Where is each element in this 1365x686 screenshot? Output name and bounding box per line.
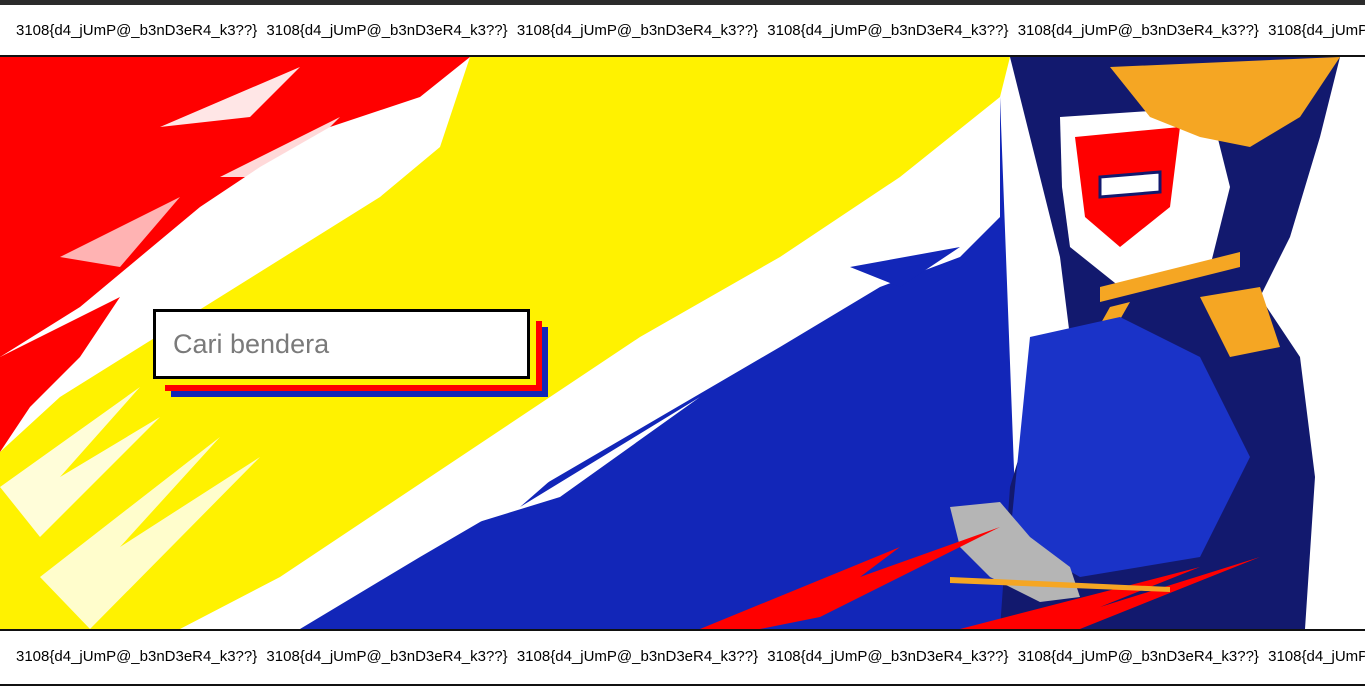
ticker-text: 3108{d4_jUmP@_b3nD3eR4_k3??} (767, 648, 1009, 665)
ticker-top-track: 3108{d4_jUmP@_b3nD3eR4_k3??} 3108{d4_jUm… (16, 22, 1365, 39)
ticker-text: 3108{d4_jUmP@_b3nD3eR4_k3??} (1017, 648, 1259, 665)
ticker-top: 3108{d4_jUmP@_b3nD3eR4_k3??} 3108{d4_jUm… (0, 5, 1365, 57)
ticker-bottom: 3108{d4_jUmP@_b3nD3eR4_k3??} 3108{d4_jUm… (0, 629, 1365, 686)
ticker-text: 3108{d4_jUmP@_b3nD3eR4_k3??} (516, 648, 759, 665)
ticker-text: 3108{d4_jUmP@_b3nD3eR4_k3??} (1268, 22, 1365, 39)
search-box (153, 309, 548, 397)
ticker-text: 3108{d4_jUmP@_b3nD3eR4_k3??} (516, 22, 759, 39)
ticker-text: 3108{d4_jUmP@_b3nD3eR4_k3??} (266, 22, 508, 39)
hero-banner (0, 57, 1365, 629)
ticker-bottom-track: 3108{d4_jUmP@_b3nD3eR4_k3??} 3108{d4_jUm… (16, 648, 1365, 665)
ticker-text: 3108{d4_jUmP@_b3nD3eR4_k3??} (16, 648, 258, 665)
ticker-text: 3108{d4_jUmP@_b3nD3eR4_k3??} (266, 648, 508, 665)
ticker-text: 3108{d4_jUmP@_b3nD3eR4_k3??} (1017, 22, 1259, 39)
ticker-text: 3108{d4_jUmP@_b3nD3eR4_k3??} (16, 22, 258, 39)
ticker-text: 3108{d4_jUmP@_b3nD3eR4_k3??} (1268, 648, 1365, 665)
ticker-text: 3108{d4_jUmP@_b3nD3eR4_k3??} (767, 22, 1009, 39)
search-input[interactable] (153, 309, 530, 379)
